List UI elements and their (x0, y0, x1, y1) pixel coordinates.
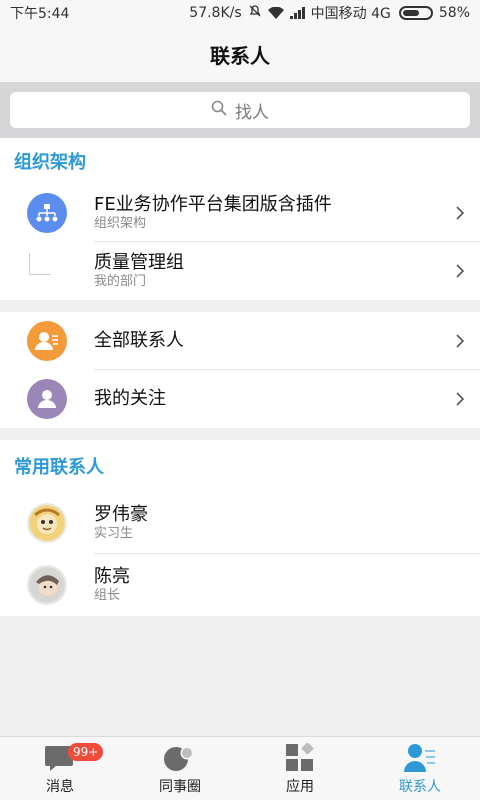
tab-messages[interactable]: 99+ 消息 (0, 737, 120, 800)
tab-label: 联系人 (399, 779, 441, 795)
contact-role: 实习生 (94, 526, 134, 541)
search-input[interactable]: 找人 (10, 92, 470, 128)
tree-connector-icon (29, 253, 51, 275)
org-section: 组织架构 FE业务协作平台集团版含插件 组织架构 质量管理组 我的部门 (0, 138, 480, 300)
org-item-subtitle: 组织架构 (94, 216, 147, 231)
quick-links-section: 全部联系人 我的关注 (0, 312, 480, 428)
apps-grid-icon (285, 740, 315, 776)
battery-level: 58% (438, 5, 470, 21)
tab-label: 消息 (46, 779, 74, 795)
tab-moments[interactable]: 同事圈 (120, 737, 240, 800)
search-placeholder: 找人 (235, 102, 269, 123)
search-icon (211, 100, 227, 121)
contact-name: 陈亮 (94, 566, 130, 587)
chevron-right-icon (440, 333, 480, 349)
org-item-title: 质量管理组 (94, 252, 184, 273)
battery-icon (398, 6, 433, 20)
org-tree-icon (27, 193, 67, 233)
avatar (27, 503, 67, 543)
chevron-right-icon (440, 205, 480, 221)
contact-item[interactable]: 陈亮 组长 (0, 554, 480, 616)
all-contacts-item[interactable]: 全部联系人 (0, 312, 480, 370)
unread-badge: 99+ (68, 743, 104, 761)
tab-apps[interactable]: 应用 (240, 737, 360, 800)
signal-icon (289, 7, 305, 19)
contacts-icon (404, 740, 436, 776)
mute-bell-icon (248, 4, 262, 22)
moments-icon (162, 740, 198, 776)
tab-label: 应用 (286, 779, 314, 795)
following-label: 我的关注 (94, 388, 166, 409)
network-speed: 57.8K/s (189, 5, 242, 21)
following-icon (27, 379, 67, 419)
chevron-right-icon (440, 391, 480, 407)
status-indicators: 57.8K/s 中国移动 4G 58% (189, 3, 470, 23)
chevron-right-icon (440, 263, 480, 279)
org-item-title: FE业务协作平台集团版含插件 (94, 194, 332, 215)
page-title: 联系人 (210, 43, 270, 68)
status-time: 下午5:44 (10, 6, 70, 22)
tab-contacts[interactable]: 联系人 (360, 737, 480, 800)
org-item-department[interactable]: 质量管理组 我的部门 (0, 242, 480, 300)
org-section-title: 组织架构 (14, 152, 86, 173)
org-item-subtitle: 我的部门 (94, 274, 147, 289)
contact-name: 罗伟豪 (94, 504, 148, 525)
contact-role: 组长 (94, 588, 121, 603)
all-contacts-label: 全部联系人 (94, 330, 184, 351)
frequent-section-title: 常用联系人 (14, 457, 104, 478)
org-item-company[interactable]: FE业务协作平台集团版含插件 组织架构 (0, 184, 480, 242)
following-item[interactable]: 我的关注 (0, 370, 480, 428)
frequent-contacts-section: 常用联系人 罗伟豪 实习生 陈亮 组长 (0, 440, 480, 616)
tab-label: 同事圈 (159, 779, 201, 795)
all-contacts-icon (27, 321, 67, 361)
avatar (27, 565, 67, 605)
carrier-label: 中国移动 4G (310, 6, 391, 22)
bottom-tab-bar: 99+ 消息 同事圈 应用 联系人 (0, 736, 480, 800)
status-bar: 下午5:44 57.8K/s 中国移动 4G 58% (0, 0, 480, 26)
wifi-icon (267, 6, 284, 19)
contact-item[interactable]: 罗伟豪 实习生 (0, 492, 480, 554)
page-header: 联系人 (0, 26, 480, 82)
search-bar: 找人 (0, 82, 480, 138)
